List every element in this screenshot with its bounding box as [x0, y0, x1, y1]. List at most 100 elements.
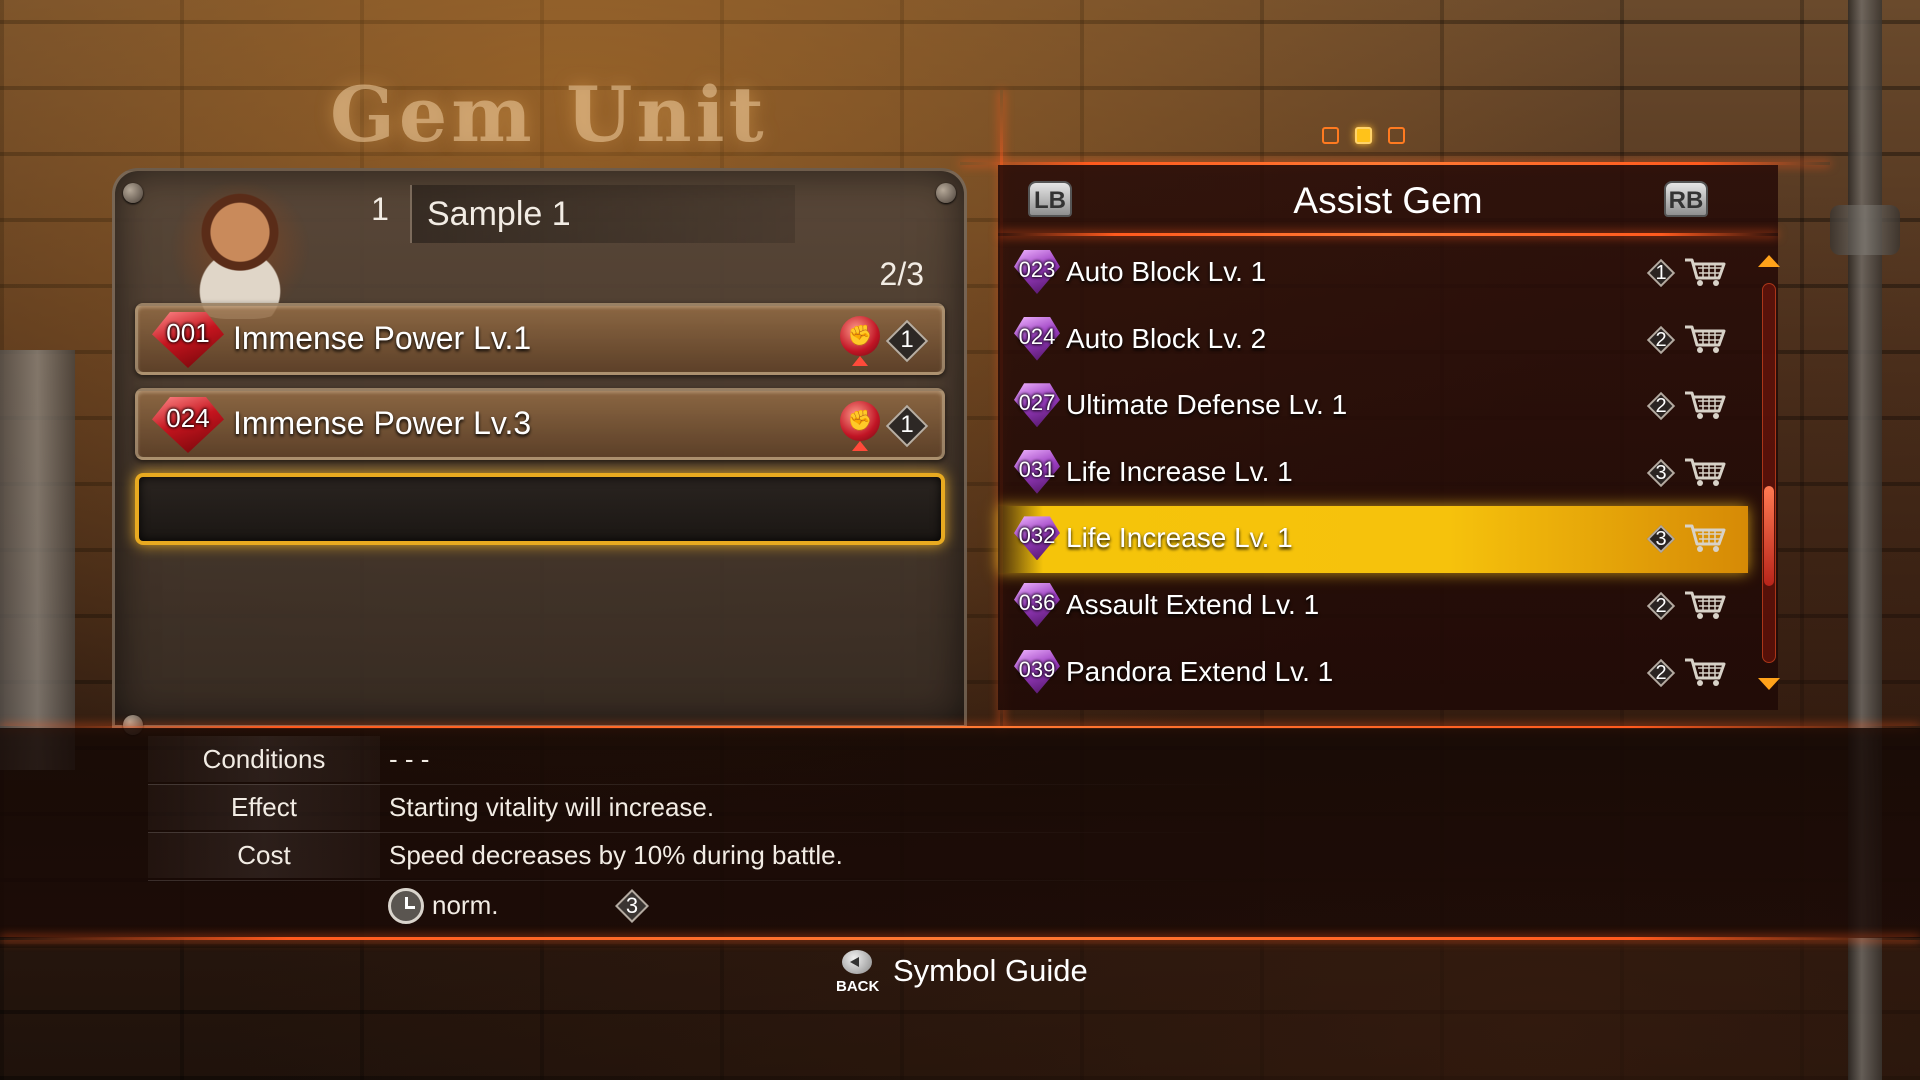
- gem-id: 027: [1018, 390, 1056, 416]
- gem-details-panel: Conditions - - - Effect Starting vitalit…: [0, 728, 1920, 938]
- gem-list-item[interactable]: 031 Life Increase Lv. 1 3: [998, 440, 1748, 507]
- up-arrow-icon: [852, 441, 868, 451]
- gem-cost: 1: [1655, 262, 1667, 284]
- gem-list-item[interactable]: 036 Assault Extend Lv. 1 2: [998, 573, 1748, 640]
- pipe-clamp-decoration: [1830, 205, 1900, 255]
- screen-title: Gem Unit: [330, 70, 768, 159]
- gem-id: 032: [1018, 523, 1056, 549]
- gem-cost: 2: [1655, 395, 1667, 418]
- shopping-cart-icon[interactable]: [1683, 656, 1727, 688]
- activation-speed: norm.: [432, 890, 499, 920]
- unit-slot-number: 1: [371, 191, 389, 227]
- cost-label: Cost: [148, 832, 380, 878]
- scroll-up-arrow[interactable]: [1758, 255, 1780, 267]
- conditions-value: - - -: [389, 744, 430, 774]
- row-divider: [148, 880, 1248, 881]
- gem-cost: 1: [900, 326, 914, 353]
- gem-list-item-selected[interactable]: 032 Life Increase Lv. 1 3: [998, 506, 1748, 573]
- shopping-cart-icon[interactable]: [1683, 456, 1727, 488]
- gem-cost-icon: 2: [1646, 658, 1676, 688]
- gem-cost: 1: [900, 411, 914, 438]
- gem-cost: 2: [1655, 328, 1667, 351]
- gem-name: Immense Power Lv.1: [233, 320, 532, 356]
- gem-id: 023: [1018, 257, 1056, 282]
- gem-list-item[interactable]: 023 Auto Block Lv. 1 1: [998, 240, 1748, 307]
- scroll-down-arrow[interactable]: [1758, 678, 1780, 690]
- gem-list-panel: LB Assist Gem RB 023 Auto Block Lv. 1 1 024…: [998, 165, 1780, 710]
- gem-id: 031: [1018, 456, 1056, 482]
- assist-gem-icon: 027: [1014, 383, 1060, 428]
- cost-row: Cost Speed decreases by 10% during battl…: [148, 832, 1348, 878]
- gem-list-item[interactable]: 039 Pandora Extend Lv. 1 2: [998, 640, 1748, 707]
- gem-cost-icon: 2: [1646, 325, 1676, 355]
- fist-icon: ✊: [840, 316, 880, 356]
- gem-cost-icon: 3: [1646, 524, 1676, 554]
- assist-gem-icon: 036: [1014, 582, 1060, 627]
- back-arrow-icon: [842, 950, 872, 974]
- gem-list: 023 Auto Block Lv. 1 1 024 Auto Block Lv. 2 2…: [998, 240, 1748, 706]
- gem-cost: 2: [1655, 594, 1667, 617]
- assist-gem-icon: 031: [1014, 449, 1060, 494]
- gem-cost: 3: [1655, 461, 1667, 484]
- gem-list-item[interactable]: 027 Ultimate Defense Lv. 1 2: [998, 373, 1748, 440]
- gem-name: Auto Block Lv. 1: [1066, 256, 1267, 287]
- metal-plate-decoration: [0, 350, 75, 770]
- equipped-gem-slot[interactable]: 024 Immense Power Lv.3 ✊ 1: [135, 388, 945, 460]
- gem-id: 039: [1018, 656, 1056, 682]
- shopping-cart-icon[interactable]: [1683, 323, 1727, 355]
- gem-cost-icon: 1: [885, 319, 929, 363]
- gem-cost-icon: 2: [1646, 591, 1676, 621]
- rivet-icon: [936, 183, 956, 203]
- scrollbar-thumb[interactable]: [1764, 485, 1774, 586]
- gem-cost: 2: [1655, 661, 1667, 684]
- rivet-icon: [123, 183, 143, 203]
- gem-name: Pandora Extend Lv. 1: [1066, 655, 1334, 687]
- shopping-cart-icon[interactable]: [1683, 522, 1727, 554]
- cost-value: Speed decreases by 10% during battle.: [389, 840, 843, 870]
- gem-cost-value: 3: [625, 893, 639, 918]
- page-dot-active[interactable]: [1355, 127, 1372, 144]
- gem-cost-icon: 2: [1646, 391, 1676, 421]
- up-arrow-icon: [852, 356, 868, 366]
- gem-list-item[interactable]: 024 Auto Block Lv. 2 2: [998, 307, 1748, 374]
- equipped-gem-slot[interactable]: 001 Immense Power Lv.1 ✊ 1: [135, 303, 945, 375]
- gem-cost-icon: 3: [1646, 458, 1676, 488]
- shopping-cart-icon[interactable]: [1683, 256, 1727, 288]
- empty-gem-slot[interactable]: [135, 473, 945, 545]
- gem-name: Ultimate Defense Lv. 1: [1066, 389, 1348, 421]
- gem-unit-panel: 1 Sample 1 2/3 001 Immense Power Lv.1 ✊ …: [112, 168, 967, 735]
- effect-label: Effect: [148, 784, 380, 830]
- shopping-cart-icon[interactable]: [1683, 589, 1727, 621]
- clock-icon: [388, 888, 424, 924]
- page-dot[interactable]: [1388, 127, 1405, 144]
- gem-capacity: 2/3: [879, 256, 924, 292]
- rb-button[interactable]: RB: [1664, 181, 1708, 217]
- gem-name: Auto Block Lv. 2: [1066, 322, 1267, 354]
- gem-id: 001: [166, 318, 210, 348]
- assist-gem-icon: 032: [1014, 516, 1060, 561]
- fist-icon: ✊: [840, 401, 880, 441]
- symbol-guide-label[interactable]: Symbol Guide: [893, 953, 1088, 989]
- shopping-cart-icon[interactable]: [1683, 389, 1727, 421]
- unit-name-field[interactable]: Sample 1: [410, 185, 795, 243]
- effect-row: Effect Starting vitality will increase.: [148, 784, 1348, 830]
- glow-divider: [998, 233, 1778, 236]
- scrollbar[interactable]: [1762, 283, 1776, 663]
- conditions-row: Conditions - - -: [148, 736, 1348, 782]
- power-gem-icon: 001: [152, 312, 224, 368]
- conditions-label: Conditions: [148, 736, 380, 782]
- category-tab-bar: LB Assist Gem RB: [998, 165, 1778, 235]
- back-button[interactable]: BACK: [836, 950, 880, 998]
- glow-divider: [0, 937, 1920, 940]
- category-title: Assist Gem: [1293, 180, 1483, 221]
- assist-gem-icon: 023: [1014, 250, 1060, 294]
- back-label: BACK: [836, 978, 880, 995]
- page-dot[interactable]: [1322, 127, 1339, 144]
- gem-name: Life Increase Lv. 1: [1066, 455, 1293, 487]
- power-gem-icon: 024: [152, 397, 224, 453]
- gem-name: Immense Power Lv.3: [233, 405, 532, 441]
- gem-id: 024: [1018, 323, 1056, 349]
- gem-cost-icon: 1: [885, 404, 929, 448]
- assist-gem-icon: 024: [1014, 316, 1060, 361]
- gem-id: 036: [1018, 589, 1056, 615]
